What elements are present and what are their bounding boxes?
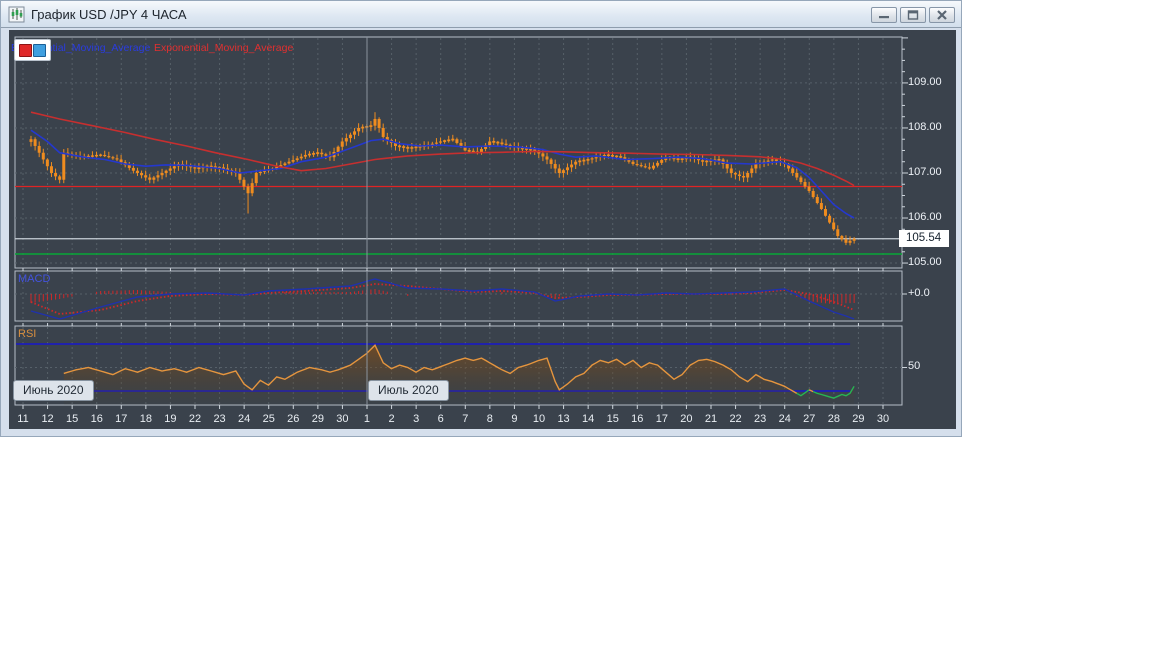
time-axis-label: 25	[262, 413, 275, 425]
time-axis-label: 16	[631, 413, 644, 425]
time-axis-label: 9	[511, 413, 518, 425]
time-axis-label: 30	[336, 413, 349, 425]
time-axis-label: 17	[655, 413, 668, 425]
time-axis-label: 12	[41, 413, 54, 425]
time-axis-label: 2	[388, 413, 395, 425]
time-axis-label: 20	[680, 413, 693, 425]
chart-client-area: Exponential_Moving_Average Exponential_M…	[9, 30, 956, 429]
time-axis-label: 8	[486, 413, 493, 425]
time-axis-label: 21	[704, 413, 718, 425]
time-axis-label: 24	[778, 413, 791, 425]
time-axis-label: 30	[876, 413, 890, 425]
price-axis-label: 107.00	[908, 165, 942, 178]
time-axis-label: 29	[311, 413, 324, 425]
time-axis-label: 19	[164, 413, 177, 425]
time-axis-label: 23	[754, 413, 767, 425]
rsi-indicator-label: RSI	[18, 328, 37, 340]
window-title: График USD /JPY 4 ЧАСА	[31, 7, 187, 22]
time-axis-label: 1	[363, 413, 371, 425]
price-chart-plot[interactable]	[9, 30, 956, 429]
time-axis-label: 15	[66, 413, 79, 425]
time-axis-label: 6	[437, 413, 444, 425]
price-axis-label: 106.00	[908, 211, 942, 224]
time-axis-label: 13	[557, 413, 570, 425]
time-axis-label: 24	[238, 413, 251, 425]
price-axis-label: 108.00	[908, 120, 942, 133]
month-badge-july: Июль 2020	[368, 380, 449, 401]
restore-button[interactable]	[900, 7, 926, 23]
sell-swatch-icon[interactable]	[19, 44, 32, 57]
time-axis-label: 27	[803, 413, 816, 425]
time-axis-label: 11	[17, 413, 29, 425]
time-axis-label: 22	[188, 413, 202, 425]
time-axis-label: 29	[852, 413, 865, 425]
price-axis-label: 105.00	[908, 256, 942, 269]
time-axis-label: 23	[213, 413, 226, 425]
title-bar[interactable]: График USD /JPY 4 ЧАСА	[1, 1, 961, 28]
time-axis-label: 17	[115, 413, 128, 425]
rsi-mid-label: 50	[908, 360, 921, 372]
current-price-tag: 105.54	[899, 230, 949, 248]
month-badge-june: Июнь 2020	[13, 380, 94, 401]
chart-window: График USD /JPY 4 ЧАСА Exponential_Movin…	[0, 0, 962, 437]
macd-zero-label: +0.0	[908, 287, 930, 299]
buy-swatch-icon[interactable]	[33, 44, 46, 57]
macd-indicator-label: MACD	[18, 273, 51, 285]
minimize-button[interactable]	[871, 7, 897, 23]
time-axis-label: 14	[582, 413, 595, 425]
time-axis-label: 7	[462, 413, 469, 425]
legend-swatches[interactable]	[14, 39, 51, 61]
time-axis-label: 28	[827, 413, 840, 425]
time-axis-label: 15	[606, 413, 619, 425]
time-axis-label: 16	[90, 413, 103, 425]
time-axis-label: 26	[287, 413, 300, 425]
time-axis-label: 3	[413, 413, 420, 425]
close-button[interactable]	[929, 7, 955, 23]
time-axis-label: 10	[532, 413, 546, 425]
time-axis-label: 22	[729, 413, 742, 425]
legend-ema-slow: Exponential_Moving_Average	[154, 42, 294, 54]
candlestick-chart-icon	[8, 6, 25, 23]
time-axis-label: 18	[139, 413, 152, 425]
price-axis-label: 109.00	[908, 75, 942, 88]
